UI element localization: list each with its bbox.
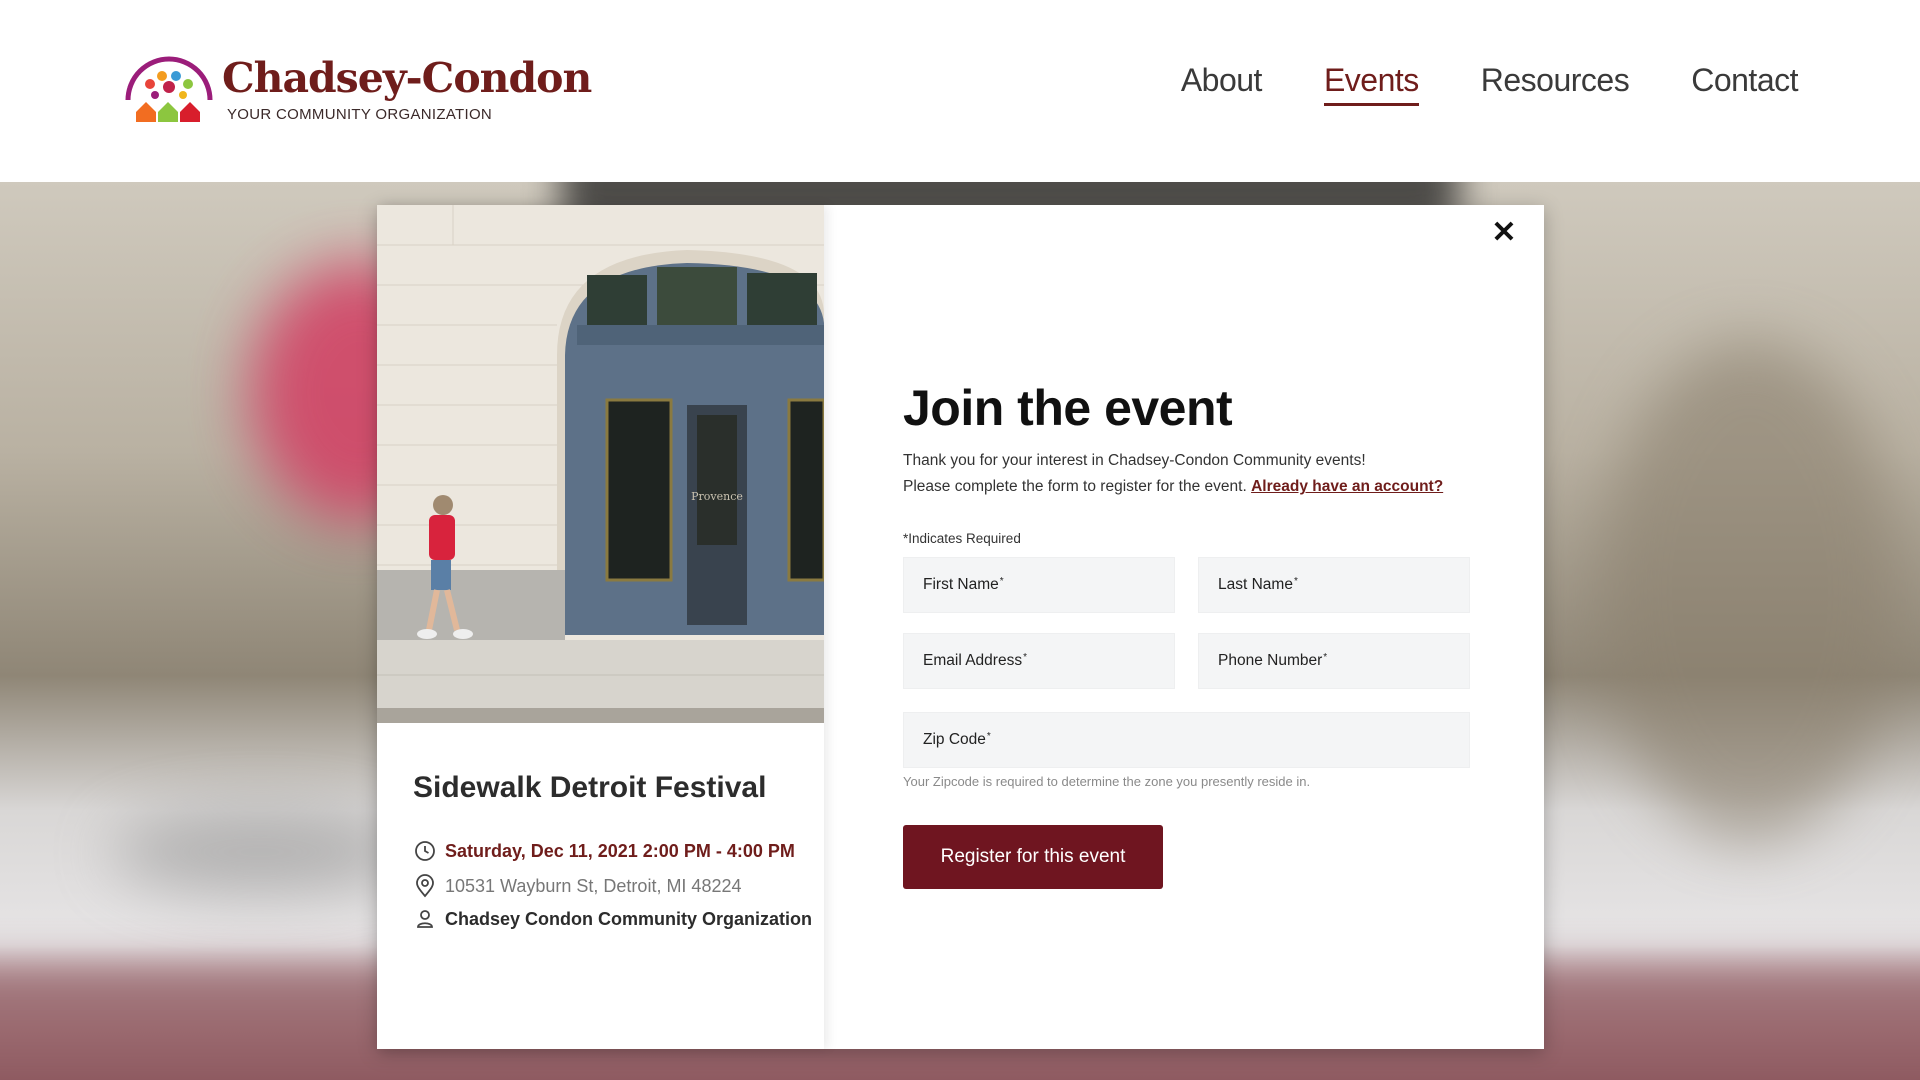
storefront-illustration: Provence	[377, 205, 824, 723]
nav-events[interactable]: Events	[1323, 62, 1419, 106]
background-blur-shape	[110, 812, 410, 892]
required-marker: *	[1293, 575, 1298, 587]
event-datetime: Saturday, Dec 11, 2021 2:00 PM - 4:00 PM	[445, 840, 795, 861]
first-name-label: First Name	[923, 576, 999, 593]
required-note: *Indicates Required	[903, 531, 1021, 546]
form-intro: Thank you for your interest in Chadsey-C…	[903, 448, 1443, 500]
zip-code-field[interactable]: Zip Code *	[903, 712, 1470, 768]
location-pin-icon	[413, 874, 437, 898]
zip-code-hint: Your Zipcode is required to determine th…	[903, 774, 1311, 789]
register-button[interactable]: Register for this event	[903, 825, 1163, 889]
form-title: Join the event	[903, 380, 1233, 436]
logo-title: Chadsey-Condon	[222, 54, 592, 102]
logo-icon	[125, 56, 213, 122]
background-blur-shape	[1600, 342, 1900, 842]
required-marker: *	[1323, 651, 1328, 663]
nav-about[interactable]: About	[1181, 62, 1263, 106]
event-organizer: Chadsey Condon Community Organization	[445, 908, 813, 929]
email-label: Email Address	[923, 652, 1023, 669]
nav-contact[interactable]: Contact	[1691, 62, 1798, 106]
logo-tagline: YOUR COMMUNITY ORGANIZATION	[227, 106, 493, 123]
email-field[interactable]: Email Address *	[903, 633, 1175, 689]
event-address: 10531 Wayburn St, Detroit, MI 48224	[445, 875, 742, 896]
zip-code-label: Zip Code	[923, 731, 986, 748]
already-have-account-link[interactable]: Already have an account?	[1251, 478, 1443, 495]
event-datetime-row: Saturday, Dec 11, 2021 2:00 PM - 4:00 PM	[413, 839, 795, 863]
nav-resources[interactable]: Resources	[1481, 62, 1630, 106]
required-marker: *	[999, 575, 1004, 587]
first-name-field[interactable]: First Name *	[903, 557, 1175, 613]
event-address-row: 10531 Wayburn St, Detroit, MI 48224	[413, 874, 742, 898]
event-organizer-row: Chadsey Condon Community Organization	[413, 907, 812, 931]
intro-line-2-row: Please complete the form to register for…	[903, 474, 1443, 500]
required-marker: *	[1023, 651, 1027, 663]
main-nav: About Events Resources Contact	[1181, 62, 1798, 106]
registration-form-panel: ✕ Join the event Thank you for your inte…	[824, 205, 1544, 1049]
clock-icon	[413, 839, 437, 863]
intro-line-2: Please complete the form to register for…	[903, 478, 1247, 495]
intro-line-1: Thank you for your interest in Chadsey-C…	[903, 452, 1366, 469]
required-marker: *	[986, 730, 991, 742]
logo[interactable]: Chadsey-Condon YOUR COMMUNITY ORGANIZATI…	[122, 54, 592, 126]
person-icon	[413, 907, 437, 931]
last-name-field[interactable]: Last Name *	[1198, 557, 1470, 613]
shop-sign-text: Provence	[691, 490, 743, 503]
phone-label: Phone Number	[1218, 652, 1323, 669]
event-photo: Provence	[377, 205, 824, 723]
event-registration-modal: Provence Sidewalk Detroit Festival Satur…	[377, 205, 1544, 1049]
last-name-label: Last Name	[1218, 576, 1293, 593]
event-title: Sidewalk Detroit Festival	[413, 771, 767, 804]
phone-field[interactable]: Phone Number *	[1198, 633, 1470, 689]
close-icon[interactable]: ✕	[1488, 217, 1520, 249]
event-details-panel: Provence Sidewalk Detroit Festival Satur…	[377, 205, 824, 1049]
site-header: Chadsey-Condon YOUR COMMUNITY ORGANIZATI…	[0, 0, 1920, 182]
